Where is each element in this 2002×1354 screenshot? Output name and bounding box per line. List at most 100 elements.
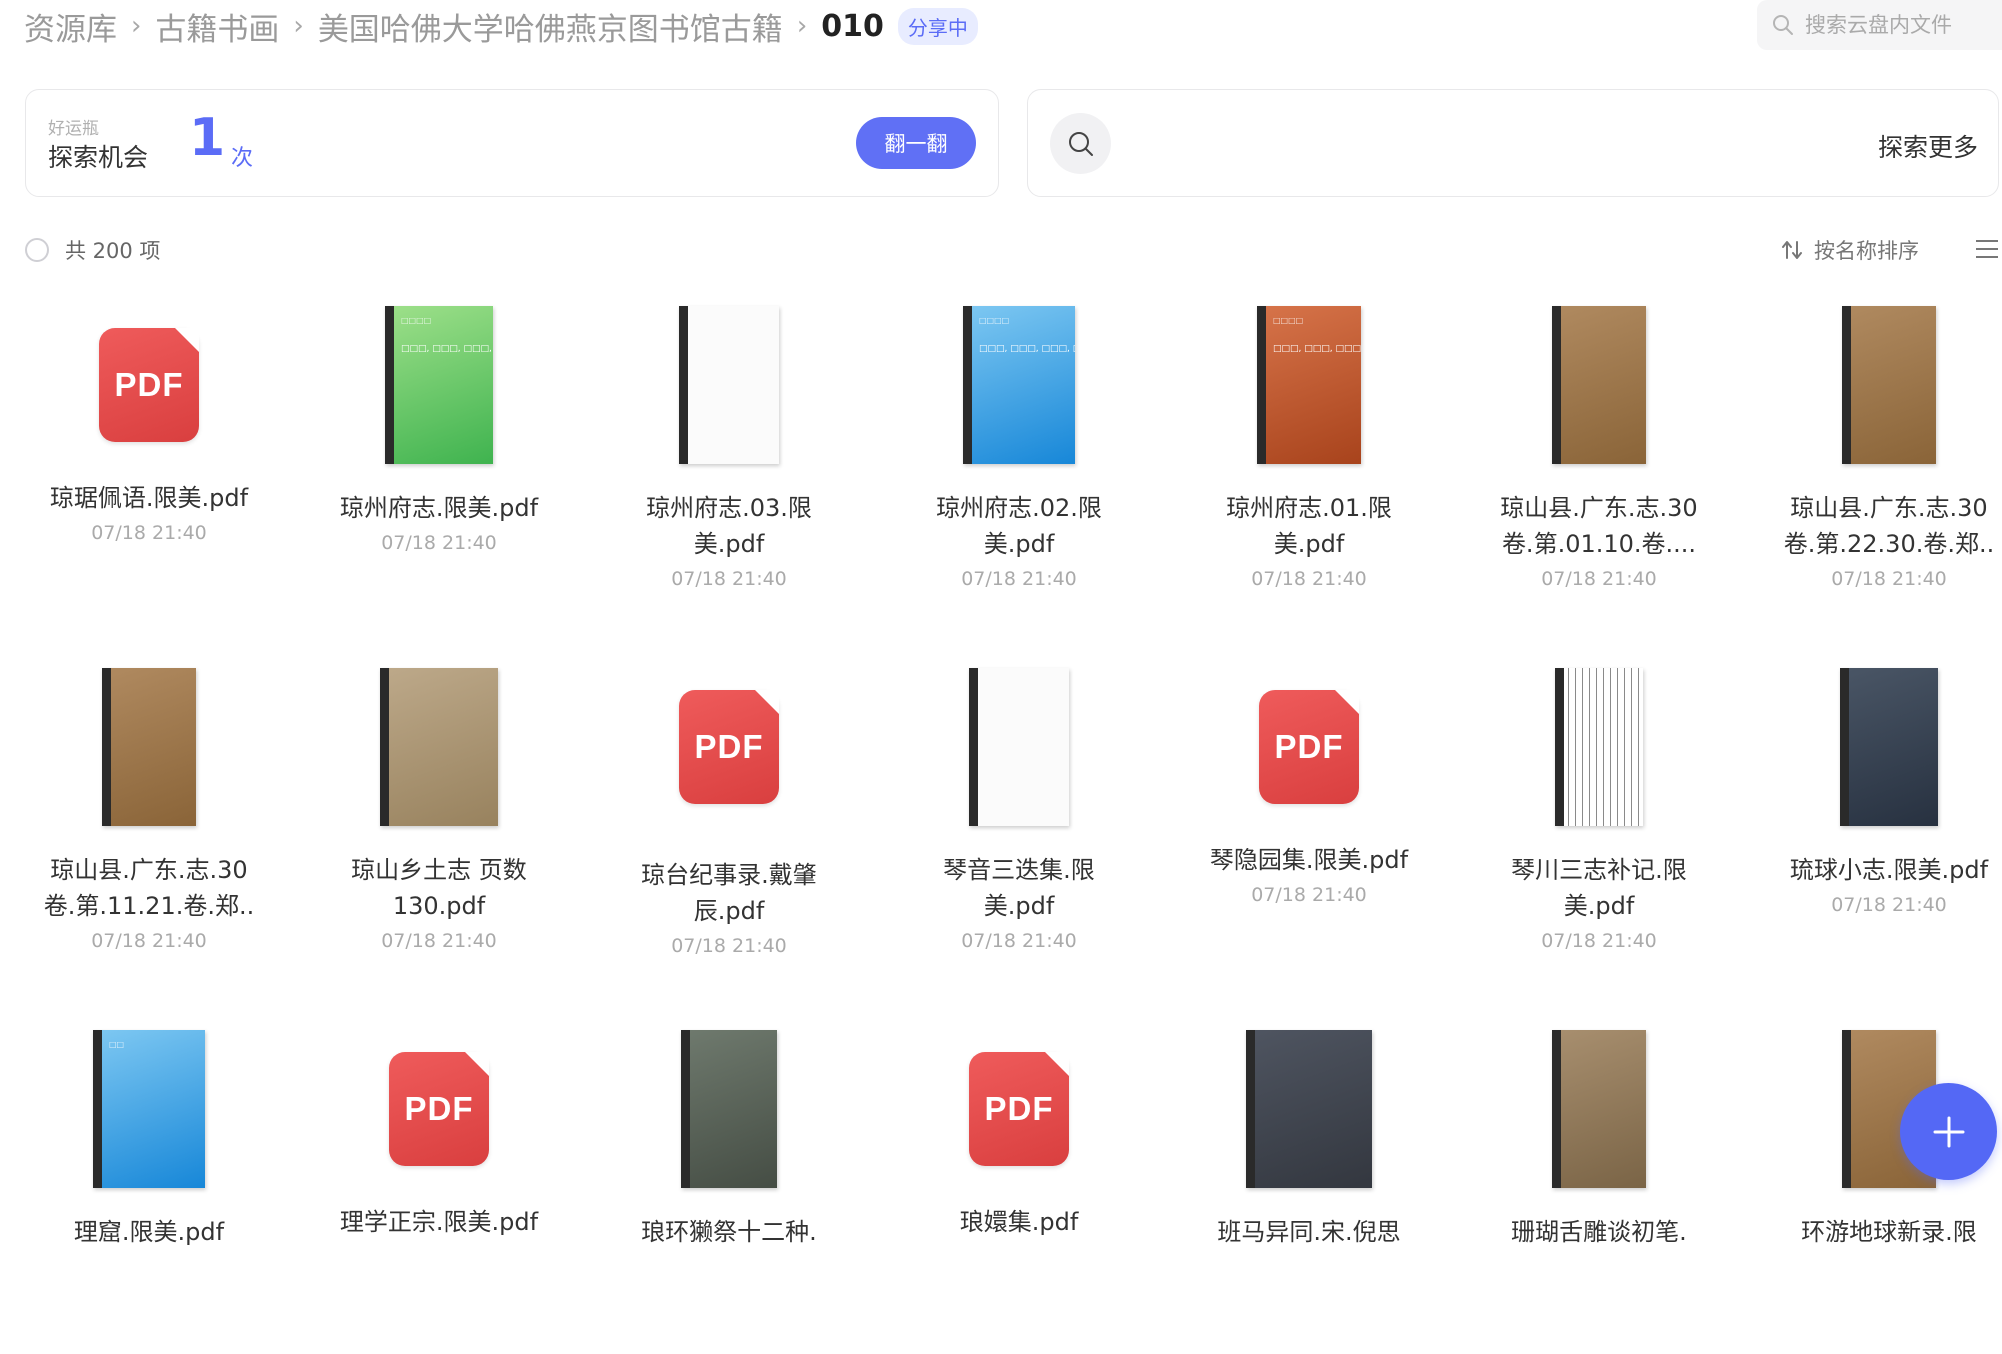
file-name: 理学正宗.限美.pdf [339, 1208, 539, 1236]
file-item[interactable]: PDF 琴隐园集.限美.pdf 07/18 21:40 [1164, 662, 1454, 992]
file-name: 琼山县.广东.志.30 卷.第.22.30.卷.郑.. [1783, 494, 1995, 558]
book-cover-icon: □□□□ □□□, □□□, □□□, □□□ [385, 306, 493, 464]
book-cover-icon [1842, 306, 1936, 464]
file-item[interactable]: □□ 理窟.限美.pdf [4, 1024, 294, 1354]
file-item[interactable]: □□□□ □□□, □□□, □□□, □□□ 琼州府志.02.限 美.pdf 07/… [874, 300, 1164, 630]
file-item[interactable]: PDF 理学正宗.限美.pdf [294, 1024, 584, 1354]
file-item[interactable]: 琼山乡土志 页数 130.pdf 07/18 21:40 [294, 662, 584, 992]
file-thumbnail: □□ [4, 1024, 294, 1194]
view-menu-button[interactable] [1974, 238, 2000, 264]
file-thumbnail [1454, 1024, 1744, 1194]
cover-small-text: □□□□ [979, 316, 1010, 325]
select-all-checkbox[interactable] [25, 238, 49, 262]
search-icon [1773, 15, 1793, 35]
pdf-file-icon: PDF [389, 1052, 489, 1166]
file-thumbnail [1454, 662, 1744, 832]
file-item[interactable]: PDF 琼台纪事录.戴肇 辰.pdf 07/18 21:40 [584, 662, 874, 992]
lucky-bottle-card: 好运瓶 探索机会 1 次 翻一翻 [25, 89, 999, 197]
search-icon [1068, 131, 1093, 156]
book-cover-icon [1246, 1030, 1372, 1188]
share-status-badge[interactable]: 分享中 [897, 7, 978, 45]
pdf-file-icon: PDF [1259, 690, 1359, 804]
chance-count: 1 [189, 108, 226, 168]
file-thumbnail: PDF [874, 1024, 1164, 1194]
book-cover-icon [1840, 668, 1938, 826]
file-date: 07/18 21:40 [1831, 894, 1947, 916]
sort-button[interactable]: 按名称排序 [1780, 235, 1919, 265]
file-item[interactable]: 琴川三志补记.限 美.pdf 07/18 21:40 [1454, 662, 1744, 992]
breadcrumb: 资源库 › 古籍书画 › 美国哈佛大学哈佛燕京图书馆古籍 › 010 分享中 [24, 4, 978, 48]
file-thumbnail: □□□□ □□□, □□□, □□□, □□□ [1164, 300, 1454, 470]
file-item[interactable]: 琼山县.广东.志.30 卷.第.22.30.卷.郑.. 07/18 21:40 [1744, 300, 2002, 630]
file-thumbnail: PDF [584, 662, 874, 832]
pdf-file-icon: PDF [679, 690, 779, 804]
add-button[interactable] [1900, 1083, 1997, 1180]
file-date: 07/18 21:40 [1251, 884, 1367, 906]
breadcrumb-item[interactable]: 美国哈佛大学哈佛燕京图书馆古籍 [318, 4, 783, 49]
file-name: 琼州府志.01.限 美.pdf [1226, 494, 1392, 558]
file-date: 07/18 21:40 [381, 930, 497, 952]
file-date: 07/18 21:40 [961, 568, 1077, 590]
file-item[interactable]: PDF 琅嬛集.pdf [874, 1024, 1164, 1354]
file-thumbnail: PDF [294, 1024, 584, 1194]
plus-icon [1933, 1116, 1964, 1147]
file-date: 07/18 21:40 [1541, 568, 1657, 590]
file-name: 环游地球新录.限 [1801, 1218, 1977, 1246]
file-name: 琅嬛集.pdf [959, 1208, 1079, 1236]
file-name: 琉球小志.限美.pdf [1789, 856, 1989, 884]
file-name: 琼州府志.限美.pdf [339, 494, 539, 522]
file-name: 琼州府志.02.限 美.pdf [936, 494, 1102, 558]
file-item[interactable]: 琼山县.广东.志.30 卷.第.11.21.卷.郑.. 07/18 21:40 [4, 662, 294, 992]
file-name: 琼琚佩语.限美.pdf [49, 484, 249, 512]
breadcrumb-item[interactable]: 古籍书画 [155, 4, 279, 49]
breadcrumb-item[interactable]: 资源库 [24, 4, 117, 49]
file-item[interactable]: 琉球小志.限美.pdf 07/18 21:40 [1744, 662, 2002, 992]
explore-icon-button[interactable] [1050, 113, 1111, 174]
file-thumbnail: □□□□ □□□, □□□, □□□, □□□ [294, 300, 584, 470]
pdf-file-icon: PDF [969, 1052, 1069, 1166]
file-date: 07/18 21:40 [671, 935, 787, 957]
file-name: 琅环獭祭十二种. [641, 1218, 817, 1246]
file-name: 琼山县.广东.志.30 卷.第.11.21.卷.郑.. [43, 856, 255, 920]
sort-label: 按名称排序 [1814, 239, 1919, 263]
file-item[interactable]: 琼山县.广东.志.30 卷.第.01.10.卷.... 07/18 21:40 [1454, 300, 1744, 630]
file-item[interactable]: 珊瑚舌雕谈初笔. [1454, 1024, 1744, 1354]
file-item[interactable]: 环游地球新录.限 [1744, 1024, 2002, 1354]
file-date: 07/18 21:40 [381, 532, 497, 554]
chance-unit: 次 [231, 146, 254, 171]
file-name: 琼山县.广东.志.30 卷.第.01.10.卷.... [1500, 494, 1698, 558]
file-item[interactable]: 班马异同.宋.倪思 [1164, 1024, 1454, 1354]
file-item[interactable]: 琅环獭祭十二种. [584, 1024, 874, 1354]
search-box[interactable] [1757, 0, 2002, 50]
file-item[interactable]: □□□□ □□□, □□□, □□□, □□□ 琼州府志.限美.pdf 07/18 2… [294, 300, 584, 630]
file-date: 07/18 21:40 [1251, 568, 1367, 590]
explore-more-link[interactable]: 探索更多 [1878, 128, 1978, 164]
flip-button[interactable]: 翻一翻 [856, 117, 976, 169]
sort-icon [1782, 241, 1802, 259]
menu-icon [1976, 240, 1998, 258]
file-thumbnail [1744, 662, 2002, 832]
file-item[interactable]: 琼州府志.03.限 美.pdf 07/18 21:40 [584, 300, 874, 630]
list-toolbar: 共 200 项 [25, 236, 160, 264]
file-name: 琼州府志.03.限 美.pdf [646, 494, 812, 558]
file-thumbnail [584, 1024, 874, 1194]
book-cover-icon [380, 668, 498, 826]
file-name: 琴川三志补记.限 美.pdf [1511, 856, 1687, 920]
cover-small-text: □□□□ [401, 316, 432, 325]
search-input[interactable] [1803, 12, 1992, 38]
total-count: 共 200 项 [65, 239, 161, 263]
file-item[interactable]: 琴音三迭集.限 美.pdf 07/18 21:40 [874, 662, 1164, 992]
book-cover-icon [969, 668, 1069, 826]
book-cover-icon [102, 668, 196, 826]
file-thumbnail [874, 662, 1164, 832]
explore-card[interactable]: 探索更多 [1027, 89, 1999, 197]
file-thumbnail [584, 300, 874, 470]
lucky-bottle-label: 好运瓶 [48, 119, 99, 139]
file-item[interactable]: □□□□ □□□, □□□, □□□, □□□ 琼州府志.01.限 美.pdf 07/… [1164, 300, 1454, 630]
file-item[interactable]: PDF 琼琚佩语.限美.pdf 07/18 21:40 [4, 300, 294, 630]
chevron-right-icon: › [293, 11, 304, 41]
file-name: 理窟.限美.pdf [73, 1218, 225, 1246]
file-thumbnail [294, 662, 584, 832]
cover-title-text: □□□, □□□, □□□, □□□ [1273, 344, 1361, 354]
file-date: 07/18 21:40 [1541, 930, 1657, 952]
